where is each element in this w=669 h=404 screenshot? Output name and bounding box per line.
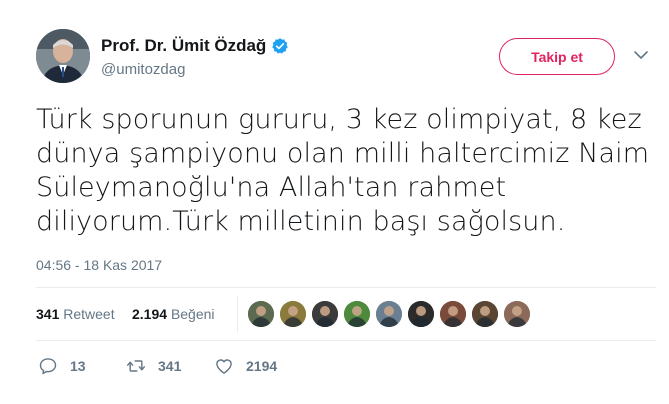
liker-avatar[interactable] (376, 301, 402, 327)
liker-avatar[interactable] (344, 301, 370, 327)
like-stat-count: 2.194 (132, 306, 168, 322)
tweet-text-line: diliyorum.Türk milletinin başı sağolsun. (36, 206, 566, 237)
user-info: Prof. Dr. Ümit Özdağ @umitozdag (101, 36, 289, 78)
follow-button[interactable]: Takip et (499, 38, 615, 75)
like-stat-label: Beğeni (170, 306, 215, 322)
tweet-text-line: Süleymanoğlu'na Allah'tan rahmet (36, 172, 507, 203)
liker-avatars (248, 301, 530, 327)
avatar-icon (440, 301, 466, 327)
tweet-text: Türk sporunun gururu, 3 kez olimpiyat, 8… (36, 103, 656, 239)
avatar-icon (344, 301, 370, 327)
liker-avatar[interactable] (504, 301, 530, 327)
user-handle[interactable]: @umitozdag (101, 61, 289, 78)
avatar-icon (36, 29, 90, 83)
tweet-actions: 13 341 2194 (36, 350, 656, 380)
retweet-count: 341 (158, 358, 182, 374)
liker-avatar[interactable] (440, 301, 466, 327)
retweet-icon (126, 360, 146, 372)
tweet-timestamp[interactable]: 04:56 - 18 Kas 2017 (36, 257, 162, 273)
tweet-header: Prof. Dr. Ümit Özdağ @umitozdag Takip et (36, 29, 661, 89)
avatar-icon (376, 301, 402, 327)
liker-avatar[interactable] (408, 301, 434, 327)
liker-avatar[interactable] (472, 301, 498, 327)
divider (36, 340, 656, 341)
retweet-button[interactable]: 341 (126, 356, 181, 376)
like-count: 2194 (246, 358, 278, 374)
divider (36, 287, 656, 288)
chevron-down-icon[interactable] (633, 47, 649, 63)
tweet-text-line: dünya şampiyonu olan milli haltercimiz N… (36, 138, 650, 169)
retweet-stat-count: 341 (36, 306, 60, 322)
retweet-stat[interactable]: 341 Retweet (36, 306, 115, 322)
display-name-row[interactable]: Prof. Dr. Ümit Özdağ (101, 36, 289, 56)
liker-avatar[interactable] (280, 301, 306, 327)
retweet-stat-label: Retweet (63, 306, 115, 322)
like-stat[interactable]: 2.194 Beğeni (132, 306, 215, 322)
liker-avatar[interactable] (312, 301, 338, 327)
avatar-icon (248, 301, 274, 327)
stats-separator (237, 296, 238, 332)
avatar-icon (408, 301, 434, 327)
avatar-icon (472, 301, 498, 327)
avatar-icon (280, 301, 306, 327)
avatar-icon (312, 301, 338, 327)
avatar-icon (504, 301, 530, 327)
liker-avatar[interactable] (248, 301, 274, 327)
profile-avatar[interactable] (36, 29, 90, 83)
like-button[interactable]: 2194 (214, 356, 277, 376)
reply-count: 13 (70, 358, 86, 374)
reply-icon (39, 358, 57, 375)
tweet-stats: 341 Retweet 2.194 Beğeni (36, 292, 656, 336)
display-name[interactable]: Prof. Dr. Ümit Özdağ (101, 36, 266, 56)
verified-badge-icon (272, 38, 289, 54)
tweet: Prof. Dr. Ümit Özdağ @umitozdag Takip et… (0, 0, 669, 404)
tweet-text-line: Türk sporunun gururu, 3 kez olimpiyat, 8… (36, 104, 642, 135)
heart-icon (216, 359, 232, 374)
reply-button[interactable]: 13 (38, 356, 86, 376)
